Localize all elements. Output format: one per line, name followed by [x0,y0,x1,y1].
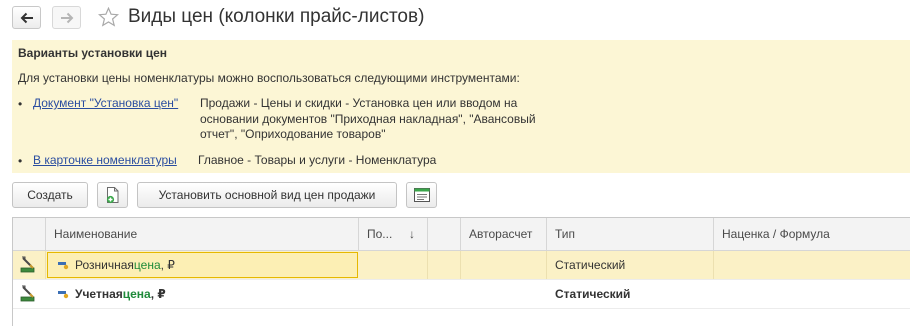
info-panel: Варианты установки цен Для установки цен… [12,40,910,173]
column-header-order[interactable]: По... ↓ [359,218,428,250]
row-name-prefix: Учетная [75,287,123,301]
column-header-type[interactable]: Тип [547,218,714,250]
column-header-blank [428,218,461,250]
info-intro: Для установки цены номенклатуры можно во… [18,71,520,85]
column-header-autocalc[interactable]: Авторасчет [461,218,547,250]
back-button[interactable] [12,6,41,29]
item-description-line: основании документов "Приходная накладна… [200,111,536,126]
row-name-suffix: , ₽ [150,287,166,301]
cell-name[interactable]: Учетная цена , ₽ [57,280,166,308]
info-heading: Варианты установки цен [18,46,167,60]
table-header: Наименование По... ↓ Авторасчет Тип Наце… [13,218,910,251]
row-name-suffix: , ₽ [160,258,175,272]
row-name-highlight: цена [122,287,151,301]
item-description-line: Продажи - Цены и скидки - Установка цен … [200,96,518,110]
set-main-price-kind-button[interactable]: Установить основной вид цен продажи [137,182,397,208]
cell-separator [13,251,46,279]
cell-name[interactable]: Розничная цена , ₽ [57,251,175,279]
link-nomenclature-card[interactable]: В карточке номенклатуры [33,153,177,167]
table-row[interactable]: Учетная цена , ₽ Статический [13,280,910,309]
price-kind-icon [20,285,35,302]
row-name-prefix: Розничная [75,258,134,272]
cell-type: Статический [555,258,626,272]
copy-button[interactable] [97,182,128,208]
table-row[interactable]: Розничная цена , ₽ Статический [13,251,910,280]
header-icon-column [13,218,46,250]
item-description: Главное - Товары и услуги - Номенклатура [198,153,436,169]
column-header-order-label: По... [367,227,393,241]
item-description-line: Главное - Товары и услуги - Номенклатура [198,153,437,167]
cell-separator [428,251,461,279]
link-price-setting-document[interactable]: Документ "Установка цен" [33,96,178,110]
price-kinds-table: Наименование По... ↓ Авторасчет Тип Наце… [12,217,910,326]
bullet-marker: • [18,154,23,168]
item-description: Продажи - Цены и скидки - Установка цен … [200,96,536,143]
bullet-marker: • [18,97,23,111]
price-list-icon [413,188,430,202]
price-tag-icon [58,291,69,299]
row-name-highlight: цена [133,258,161,272]
cell-type: Статический [555,287,631,301]
create-button[interactable]: Создать [12,182,88,208]
arrow-left-icon [20,12,33,23]
price-tag-icon [58,262,69,270]
column-header-markup-formula[interactable]: Наценка / Формула [714,218,910,250]
sort-down-icon: ↓ [409,227,415,241]
arrow-right-icon [60,12,73,23]
star-icon[interactable] [98,7,119,27]
cell-separator [359,251,428,279]
item-description-line: отчет", "Оприходование товаров" [200,127,386,141]
page-title: Виды цен (колонки прайс-листов) [128,6,425,27]
cell-separator [461,251,547,279]
title-bar: Виды цен (колонки прайс-листов) [0,0,910,36]
column-header-name[interactable]: Наименование [46,218,359,250]
price-list-button[interactable] [406,182,437,208]
copy-document-icon [106,187,118,204]
forward-button[interactable] [52,6,81,29]
